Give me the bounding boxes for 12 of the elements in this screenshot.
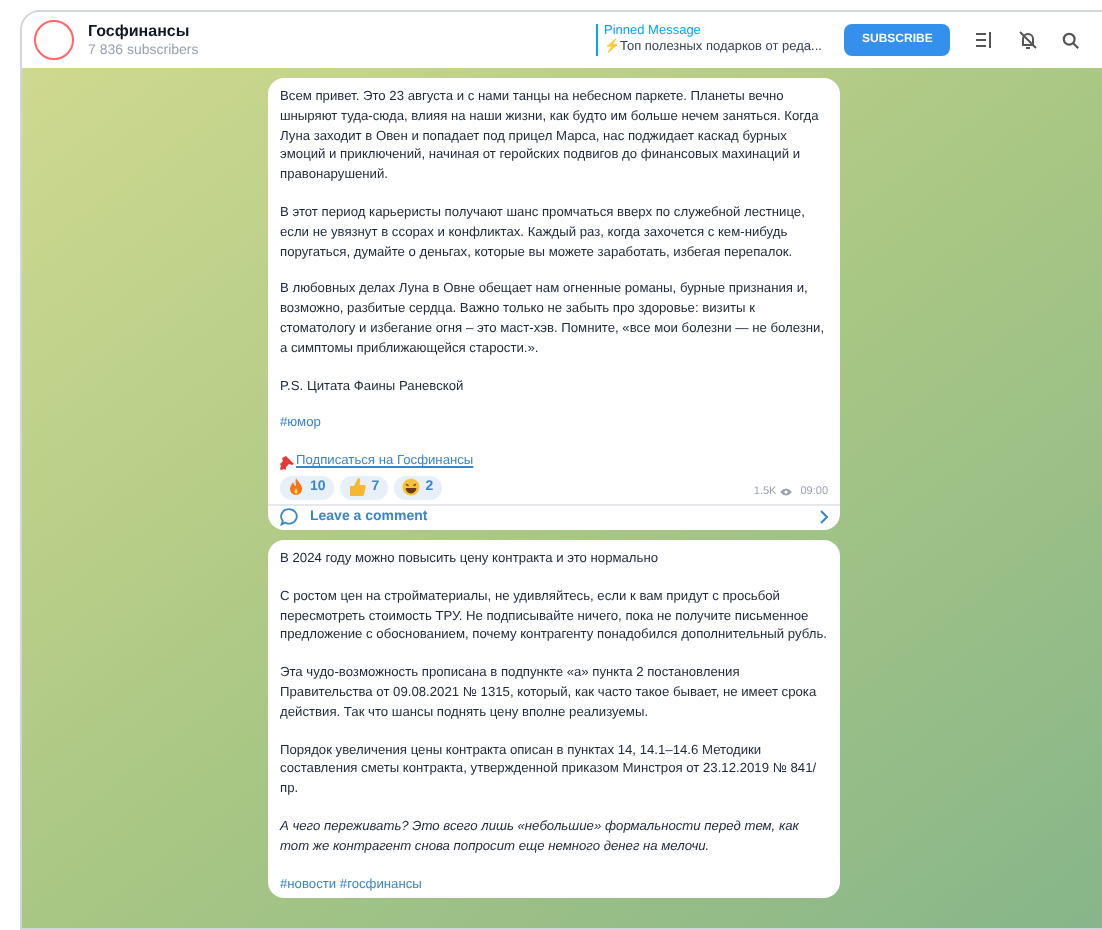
channel-title: Госфинансы xyxy=(88,21,190,41)
muted-bell-icon[interactable] xyxy=(1018,30,1039,50)
pushpin-icon xyxy=(280,455,294,470)
list-icon[interactable] xyxy=(974,30,995,50)
search-icon[interactable] xyxy=(1062,31,1081,49)
grinning-face-icon xyxy=(401,478,420,497)
chevron-right-icon xyxy=(820,510,828,525)
fire-icon xyxy=(288,478,304,497)
thumbs-up-icon xyxy=(347,478,366,497)
channel-avatar xyxy=(34,20,74,60)
comment-icon xyxy=(280,508,298,527)
eye-icon xyxy=(780,487,793,496)
